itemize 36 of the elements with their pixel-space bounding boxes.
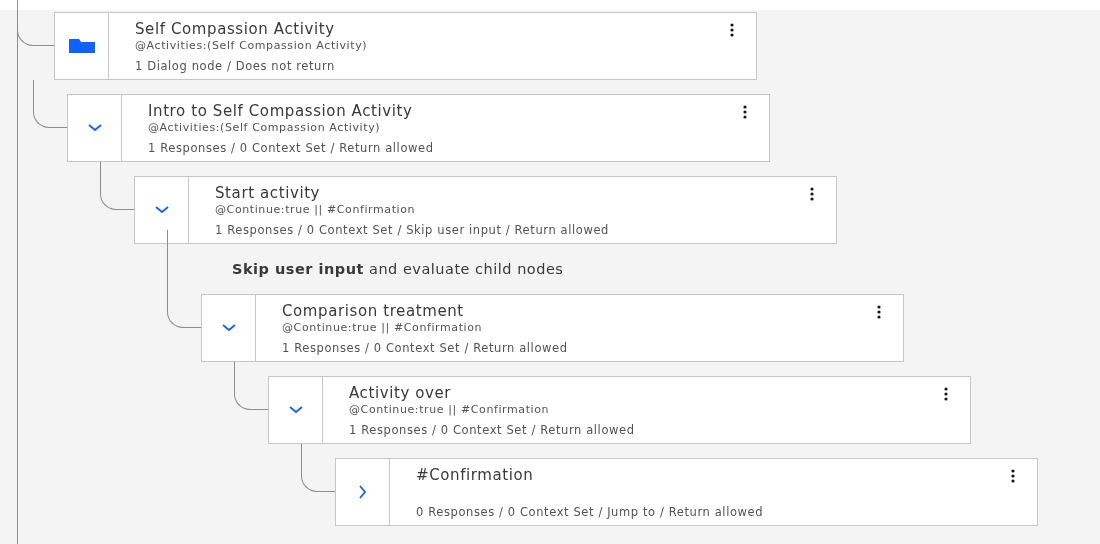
node-condition: @Activities:(Self Compassion Activity) (148, 121, 381, 135)
node-summary: 1 Responses / 0 Context Set / Skip user input / Return allowed (215, 223, 609, 237)
overflow-menu-icon[interactable] (810, 187, 814, 201)
node-title: Activity over (349, 384, 452, 403)
dialog-node-card[interactable]: Intro to Self Compassion Activity @Activities:(Self Compassion Activity) 1 Responses / 0 Context Set / Return allowed (67, 94, 770, 162)
node-condition: @Continue:true || #Confirmation (282, 321, 483, 335)
chevron-down-icon (221, 324, 236, 332)
node-title: #Confirmation (416, 466, 534, 485)
node-title: Self Compassion Activity (135, 20, 335, 39)
dialog-node-card[interactable]: Activity over @Continue:true || #Confirmation 1 Responses / 0 Context Set / Return allowed (268, 376, 971, 444)
overflow-menu-icon[interactable] (730, 23, 734, 37)
node-title: Intro to Self Compassion Activity (148, 102, 413, 121)
chevron-right-icon (358, 485, 367, 499)
chevron-down-icon (87, 124, 102, 132)
node-condition: @Continue:true || #Confirmation (215, 203, 416, 217)
dialog-node-card[interactable]: Start activity @Continue:true || #Confirmation 1 Responses / 0 Context Set / Skip user input / Return allowed (134, 176, 837, 244)
dialog-node-card[interactable]: Self Compassion Activity @Activities:(Self Compassion Activity) 1 Dialog node / Does not return (54, 12, 757, 80)
node-summary: 1 Responses / 0 Context Set / Return allowed (282, 341, 568, 355)
overflow-menu-icon[interactable] (877, 305, 881, 319)
overflow-menu-icon[interactable] (944, 387, 948, 401)
chevron-down-icon (154, 206, 169, 214)
node-condition: @Continue:true || #Confirmation (349, 403, 550, 417)
dialog-node-card[interactable]: Comparison treatment @Continue:true || #Confirmation 1 Responses / 0 Context Set / Return allowed (201, 294, 904, 362)
dialog-node-card[interactable]: #Confirmation 0 Responses / 0 Context Set / Jump to / Return allowed (335, 458, 1038, 526)
folder-icon (68, 39, 95, 53)
node-summary: 1 Responses / 0 Context Set / Return allowed (148, 141, 434, 155)
node-title: Start activity (215, 184, 321, 203)
node-summary: 1 Dialog node / Does not return (135, 59, 335, 73)
overflow-menu-icon[interactable] (1011, 469, 1015, 483)
node-summary: 0 Responses / 0 Context Set / Jump to / Return allowed (416, 505, 764, 519)
node-condition: @Activities:(Self Compassion Activity) (135, 39, 368, 53)
chevron-down-icon (288, 406, 303, 414)
skip-note: Skip user input and evaluate child nodes (232, 261, 564, 277)
node-title: Comparison treatment (282, 302, 464, 321)
overflow-menu-icon[interactable] (743, 105, 747, 119)
node-summary: 1 Responses / 0 Context Set / Return allowed (349, 423, 635, 437)
